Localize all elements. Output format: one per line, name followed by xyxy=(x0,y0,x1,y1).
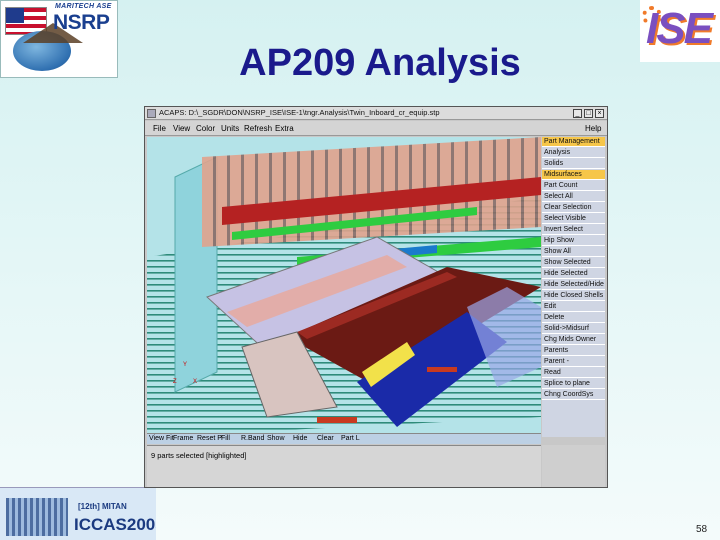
ship-icon xyxy=(6,498,68,536)
menu-extra[interactable]: Extra xyxy=(275,124,294,133)
nsrp-text: NSRP xyxy=(53,11,110,34)
side-button[interactable]: Read xyxy=(542,368,605,378)
side-button[interactable]: Invert Select xyxy=(542,225,605,235)
side-button[interactable]: Solids xyxy=(542,159,605,169)
page-number: 58 xyxy=(696,524,708,535)
nsrp-subtitle: MARITECH ASE xyxy=(55,3,112,10)
toolbar-button[interactable]: Fill xyxy=(221,435,230,442)
ship-model-render xyxy=(147,137,541,437)
3d-viewport[interactable]: Y Z X xyxy=(147,137,541,437)
ise-logo: ISE xyxy=(640,0,720,62)
side-button[interactable]: Edit xyxy=(542,302,605,312)
toolbar-button[interactable]: Clear xyxy=(317,435,334,442)
toolbar-button[interactable]: Part L xyxy=(341,435,360,442)
side-button[interactable]: Select All xyxy=(542,192,605,202)
side-button[interactable]: Hip Show xyxy=(542,236,605,246)
side-button[interactable]: Splice to plane xyxy=(542,379,605,389)
side-button[interactable]: Chg Mids Owner xyxy=(542,335,605,345)
side-button[interactable]: Chng CoordSys xyxy=(542,390,605,400)
menu-bar: File View Color Units Refresh Extra Help xyxy=(145,121,607,136)
axis-x-label: X xyxy=(193,379,198,385)
menu-refresh[interactable]: Refresh xyxy=(244,124,272,133)
app-icon[interactable] xyxy=(147,109,156,118)
toolbar-button[interactable]: Reset P xyxy=(197,435,222,442)
side-button[interactable]: Hide Selected/Hide xyxy=(542,280,605,290)
menu-view[interactable]: View xyxy=(173,124,190,133)
slide-title: AP209 Analysis xyxy=(239,42,521,84)
toolbar-button[interactable]: Frame xyxy=(173,435,193,442)
menu-help[interactable]: Help xyxy=(585,124,601,133)
status-area: 9 parts selected [highlighted] xyxy=(147,445,541,487)
side-button[interactable]: Show All xyxy=(542,247,605,257)
ise-text: ISE xyxy=(646,4,713,53)
side-button[interactable]: Parent - xyxy=(542,357,605,367)
iccas-name: ICCAS2005 xyxy=(74,515,156,534)
app-window: ACAPS: D:\_SGDR\DON\NSRP_ISE\ISE-1\tngr.… xyxy=(144,106,608,488)
axis-z-label: Z xyxy=(173,379,177,385)
menu-color[interactable]: Color xyxy=(196,124,215,133)
title-bar[interactable]: ACAPS: D:\_SGDR\DON\NSRP_ISE\ISE-1\tngr.… xyxy=(145,107,607,120)
nsrp-logo: MARITECH ASE NSRP xyxy=(0,0,118,78)
side-button[interactable]: Clear Selection xyxy=(542,203,605,213)
side-button[interactable]: Part Management xyxy=(542,137,605,147)
side-button[interactable]: Show Selected xyxy=(542,258,605,268)
toolbar-button[interactable]: R.Band xyxy=(241,435,264,442)
minimize-button[interactable]: _ xyxy=(573,109,582,118)
iccas-logo: [12th] MITAN ICCAS2005 xyxy=(0,487,156,540)
side-button[interactable]: Part Count xyxy=(542,181,605,191)
window-title: ACAPS: D:\_SGDR\DON\NSRP_ISE\ISE-1\tngr.… xyxy=(159,108,440,117)
status-message: 9 parts selected [highlighted] xyxy=(151,451,247,460)
side-button[interactable]: Midsurfaces xyxy=(542,170,605,180)
side-panel: Part Management Analysis Solids Midsurfaces… xyxy=(542,137,605,437)
toolbar-button[interactable]: Show xyxy=(267,435,285,442)
side-button[interactable]: Select Visible xyxy=(542,214,605,224)
toolbar-button[interactable]: Hide xyxy=(293,435,307,442)
side-button[interactable]: Analysis xyxy=(542,148,605,158)
side-button[interactable]: Delete xyxy=(542,313,605,323)
side-button[interactable]: Solid->Midsurf xyxy=(542,324,605,334)
menu-units[interactable]: Units xyxy=(221,124,239,133)
status-right-panel xyxy=(542,445,605,487)
menu-file[interactable]: File xyxy=(153,124,166,133)
side-button[interactable]: Parents xyxy=(542,346,605,356)
axis-y-label: Y xyxy=(183,362,188,368)
side-button[interactable]: Hide Closed Shells xyxy=(542,291,605,301)
close-button[interactable]: × xyxy=(595,109,604,118)
iccas-small-text: [12th] MITAN xyxy=(78,502,127,511)
maximize-button[interactable]: □ xyxy=(584,109,593,118)
side-button[interactable]: Hide Selected xyxy=(542,269,605,279)
bottom-toolbar: View Fit Frame Reset P Fill R.Band Show Hide Cl… xyxy=(147,433,541,444)
toolbar-button[interactable]: View Fit xyxy=(149,435,174,442)
